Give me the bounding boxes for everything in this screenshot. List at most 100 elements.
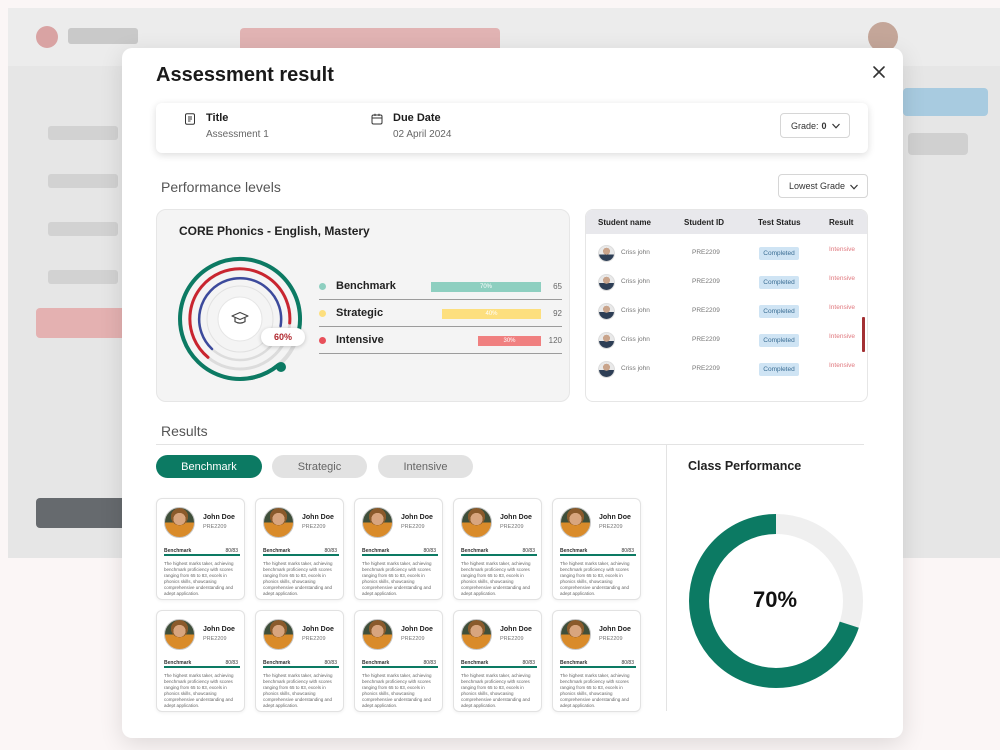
student-table: Student name Student ID Test Status Resu…	[585, 209, 868, 402]
table-row[interactable]: Criss john PRE2209 Completed Intensive	[586, 268, 867, 297]
student-id: PRE2209	[692, 278, 720, 285]
performance-levels-heading: Performance levels	[161, 179, 281, 195]
student-card[interactable]: John Doe PRE2209 Benchmark 80/83 The hig…	[156, 498, 245, 600]
tier-line	[461, 554, 537, 556]
student-name: John Doe	[500, 626, 532, 633]
student-photo	[560, 507, 591, 538]
results-divider	[156, 444, 864, 445]
student-card[interactable]: John Doe PRE2209 Benchmark 80/83 The hig…	[255, 610, 344, 712]
student-name: Criss john	[621, 307, 650, 314]
tab-benchmark[interactable]: Benchmark	[156, 455, 262, 478]
student-id: PRE2209	[302, 636, 326, 642]
close-icon[interactable]	[871, 64, 887, 80]
table-scrollbar[interactable]	[862, 317, 865, 352]
student-description: The highest marks taker, achieving bench…	[164, 673, 234, 708]
results-heading: Results	[161, 423, 208, 439]
status-badge: Completed	[759, 363, 799, 376]
tier-line	[461, 666, 537, 668]
ring-percent-bubble: 60%	[261, 328, 305, 346]
student-card[interactable]: John Doe PRE2209 Benchmark 80/83 The hig…	[552, 610, 641, 712]
student-photo	[362, 507, 393, 538]
student-id: PRE2209	[692, 365, 720, 372]
table-row[interactable]: Criss john PRE2209 Completed Intensive	[586, 297, 867, 326]
performance-legend: Benchmark 70% 65 Strategic 40% 92 Intens…	[319, 273, 562, 354]
student-card[interactable]: John Doe PRE2209 Benchmark 80/83 The hig…	[453, 610, 542, 712]
benchmark-dot	[319, 283, 326, 290]
column-header: Student ID	[684, 218, 724, 227]
sort-select-value: Lowest Grade	[789, 181, 846, 191]
legend-count: 65	[553, 282, 562, 291]
student-id: PRE2209	[401, 524, 425, 530]
student-photo	[461, 619, 492, 650]
tier-line	[560, 554, 636, 556]
legend-count: 92	[553, 309, 562, 318]
class-performance-title: Class Performance	[688, 459, 802, 473]
performance-card: CORE Phonics - English, Mastery 60% Benc…	[156, 209, 570, 402]
background-nav-item	[48, 222, 118, 236]
student-card[interactable]: John Doe PRE2209 Benchmark 80/83 The hig…	[354, 610, 443, 712]
tab-strategic[interactable]: Strategic	[272, 455, 367, 478]
grade-select[interactable]: Grade: 0	[780, 113, 850, 138]
student-name: Criss john	[621, 336, 650, 343]
grade-label: Grade:	[791, 120, 819, 131]
avatar	[598, 245, 615, 262]
student-photo	[263, 507, 294, 538]
background-nav-item	[48, 126, 118, 140]
legend-row-strategic: Strategic 40% 92	[319, 300, 562, 327]
student-id: PRE2209	[203, 524, 227, 530]
student-description: The highest marks taker, achieving bench…	[263, 673, 333, 708]
background-pill	[908, 133, 968, 155]
student-name: Criss john	[621, 365, 650, 372]
student-card[interactable]: John Doe PRE2209 Benchmark 80/83 The hig…	[552, 498, 641, 600]
background-brand	[68, 28, 138, 44]
chevron-down-icon	[832, 123, 840, 129]
student-name: John Doe	[401, 626, 433, 633]
student-id: PRE2209	[203, 636, 227, 642]
table-row[interactable]: Criss john PRE2209 Completed Intensive	[586, 355, 867, 384]
student-id: PRE2209	[401, 636, 425, 642]
grade-value: 0	[821, 120, 827, 131]
student-description: The highest marks taker, achieving bench…	[560, 673, 630, 708]
tier-line	[164, 666, 240, 668]
student-name: John Doe	[203, 514, 235, 521]
due-date-label: Due Date	[393, 112, 441, 124]
student-id: PRE2209	[599, 636, 623, 642]
student-description: The highest marks taker, achieving bench…	[461, 561, 531, 596]
status-badge: Completed	[759, 276, 799, 289]
legend-row-intensive: Intensive 30% 120	[319, 327, 562, 354]
tier-line	[263, 666, 339, 668]
table-row[interactable]: Criss john PRE2209 Completed Intensive	[586, 326, 867, 355]
student-name: John Doe	[302, 514, 334, 521]
tab-intensive[interactable]: Intensive	[378, 455, 473, 478]
strategic-bar: 40%	[442, 309, 541, 319]
result-text: Intensive	[829, 333, 856, 340]
student-card[interactable]: John Doe PRE2209 Benchmark 80/83 The hig…	[156, 610, 245, 712]
student-description: The highest marks taker, achieving bench…	[362, 673, 432, 708]
avatar	[598, 361, 615, 378]
legend-row-benchmark: Benchmark 70% 65	[319, 273, 562, 300]
student-card[interactable]: John Doe PRE2209 Benchmark 80/83 The hig…	[255, 498, 344, 600]
student-card[interactable]: John Doe PRE2209 Benchmark 80/83 The hig…	[354, 498, 443, 600]
performance-rings	[178, 256, 303, 381]
column-header: Student name	[598, 218, 651, 227]
sort-select[interactable]: Lowest Grade	[778, 174, 868, 198]
student-name: John Doe	[203, 626, 235, 633]
table-header: Student name Student ID Test Status Resu…	[586, 210, 867, 234]
table-row[interactable]: Criss john PRE2209 Completed Intensive	[586, 239, 867, 268]
status-badge: Completed	[759, 334, 799, 347]
student-id: PRE2209	[692, 249, 720, 256]
student-description: The highest marks taker, achieving bench…	[362, 561, 432, 596]
student-description: The highest marks taker, achieving bench…	[461, 673, 531, 708]
background-nav-item	[48, 270, 118, 284]
assessment-result-modal: Assessment result Title Assessment 1 Due…	[122, 48, 903, 738]
student-name: John Doe	[302, 626, 334, 633]
background-button	[36, 498, 126, 528]
title-label: Title	[206, 112, 229, 124]
student-photo	[263, 619, 294, 650]
student-photo	[560, 619, 591, 650]
tier-line	[362, 554, 438, 556]
column-header: Test Status	[758, 218, 801, 227]
background-nav-active	[36, 308, 126, 338]
student-card[interactable]: John Doe PRE2209 Benchmark 80/83 The hig…	[453, 498, 542, 600]
results-vertical-divider	[666, 445, 667, 711]
